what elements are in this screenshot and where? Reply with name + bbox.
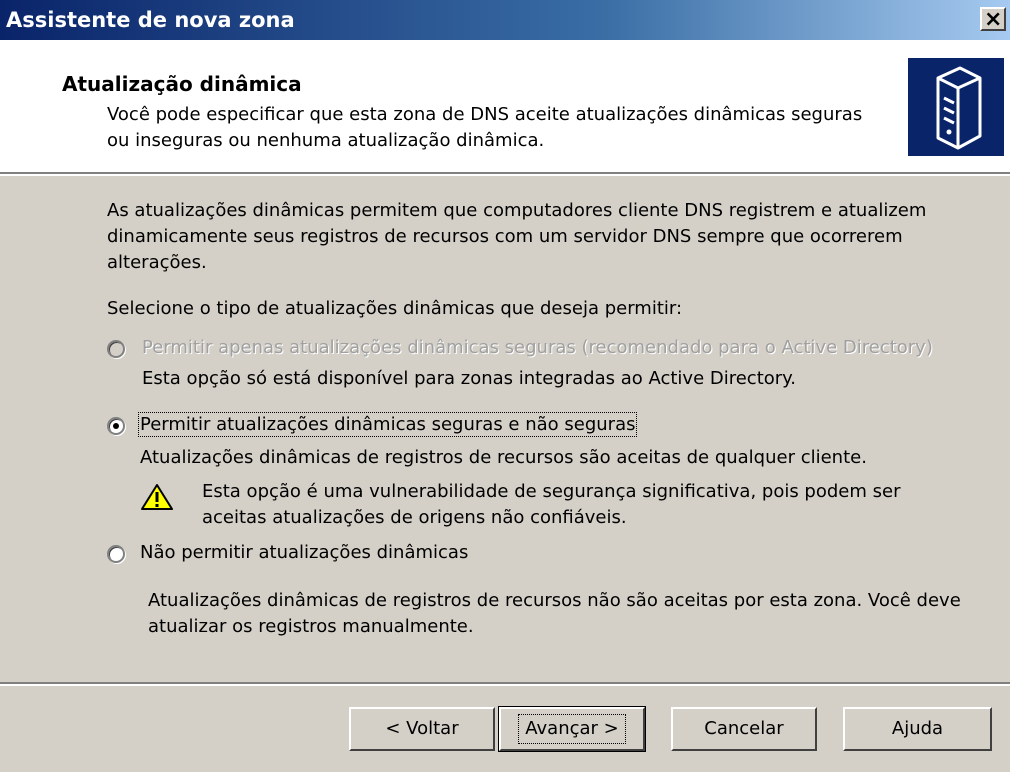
next-button[interactable]: Avançar >: [498, 706, 646, 752]
radio-secure-and-nonsecure[interactable]: [107, 417, 125, 435]
help-button[interactable]: Ajuda: [843, 707, 992, 751]
wizard-window: Assistente de nova zona × Atualização di…: [0, 0, 1010, 772]
option-no-updates-description: Atualizações dinâmicas de registros de r…: [148, 590, 961, 637]
header-divider: [0, 172, 1010, 176]
option-secure-only-label[interactable]: Permitir apenas atualizações dinâmicas s…: [142, 337, 933, 358]
window-title: Assistente de nova zona: [6, 8, 295, 32]
warning-text: Esta opção é uma vulnerabilidade de segu…: [202, 481, 901, 528]
cancel-button[interactable]: Cancelar: [671, 707, 817, 751]
page-description: Você pode especificar que esta zona de D…: [107, 104, 863, 151]
intro-text: As atualizações dinâmicas permitem que c…: [107, 200, 927, 273]
radio-selected-dot: [113, 423, 119, 429]
server-icon: [908, 58, 1004, 156]
option-secure-and-nonsecure-label[interactable]: Permitir atualizações dinâmicas seguras …: [137, 412, 638, 437]
select-prompt: Selecione o tipo de atualizações dinâmic…: [107, 298, 683, 319]
wizard-header: Atualização dinâmica Você pode especific…: [0, 40, 1010, 172]
radio-no-updates[interactable]: [107, 545, 125, 563]
option-secure-only-description: Esta opção só está disponível para zonas…: [142, 368, 796, 389]
button-area-divider: [0, 682, 1010, 686]
back-button[interactable]: < Voltar: [349, 707, 495, 751]
warning-icon: [141, 484, 173, 510]
close-icon: ×: [984, 7, 1003, 32]
page-title: Atualização dinâmica: [62, 72, 302, 96]
title-bar[interactable]: Assistente de nova zona ×: [0, 0, 1010, 40]
close-button[interactable]: ×: [980, 7, 1006, 32]
option-secure-and-nonsecure-description: Atualizações dinâmicas de registros de r…: [140, 447, 867, 468]
radio-secure-only[interactable]: [107, 340, 125, 358]
option-no-updates-label[interactable]: Não permitir atualizações dinâmicas: [140, 542, 468, 563]
